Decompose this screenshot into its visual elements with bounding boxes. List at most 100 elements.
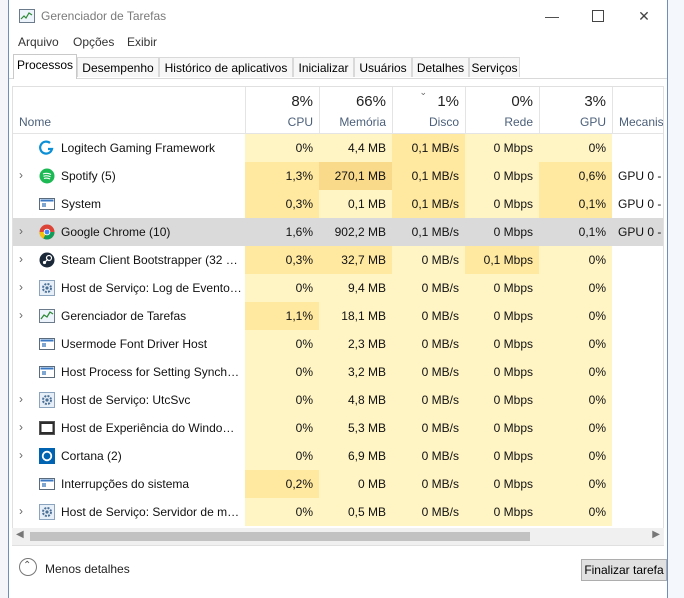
tab-inicializar[interactable]: Inicializar <box>293 57 354 77</box>
memory-cell: 4,4 MB <box>319 134 392 162</box>
maximize-button[interactable] <box>575 0 621 32</box>
process-row[interactable]: Host Process for Setting Synchronization… <box>13 358 663 386</box>
gpu-engine-cell: GPU 0 - 3D <box>618 197 663 211</box>
column-nome[interactable]: Nome <box>19 115 51 129</box>
process-row[interactable]: Usermode Font Driver Host 0% 2,3 MB 0 MB/s 0… <box>13 330 663 358</box>
gpu-cell: 0% <box>539 358 612 386</box>
scroll-right-icon[interactable]: ▶ <box>652 529 660 540</box>
expand-chevron-icon[interactable]: › <box>19 280 23 294</box>
cpu-cell: 0% <box>245 358 319 386</box>
minimize-button[interactable]: — <box>529 0 575 32</box>
spotify-icon <box>39 168 55 184</box>
scrollbar-thumb[interactable] <box>30 532 530 541</box>
column-mecanismo-gpu[interactable]: Mecanismo <box>612 87 664 133</box>
process-row[interactable]: Interrupções do sistema 0,2% 0 MB 0 MB/s 0 M… <box>13 470 663 498</box>
gpu-engine-cell <box>612 386 663 414</box>
memory-cell: 6,9 MB <box>319 442 392 470</box>
tab-processos[interactable]: Processos <box>13 54 77 79</box>
gear-icon <box>39 504 55 520</box>
logitech-icon <box>39 140 55 156</box>
disk-cell: 0,1 MB/s <box>392 162 465 190</box>
menu-opcoes[interactable]: Opções <box>73 35 114 49</box>
gpu-engine-cell <box>612 274 663 302</box>
tab-detalhes[interactable]: Detalhes <box>412 57 469 77</box>
gpu-engine-cell <box>612 134 663 162</box>
process-row[interactable]: › Spotify (5) 1,3% 270,1 MB 0,1 MB/s 0 Mbps 0,… <box>13 162 663 190</box>
gpu-cell: 0% <box>539 330 612 358</box>
column-rede[interactable]: 0% Rede <box>465 87 539 133</box>
process-row[interactable]: ›Host de Experiência do Windows Shell0%5… <box>13 414 663 442</box>
memory-cell: 0 MB <box>319 470 392 498</box>
scroll-left-icon[interactable]: ◀ <box>16 529 24 540</box>
less-details-button[interactable]: ⌃ <box>19 558 37 576</box>
cpu-total: 8% <box>291 93 313 110</box>
cpu-label: CPU <box>287 115 313 129</box>
disk-cell: 0 MB/s <box>392 358 465 386</box>
column-disco[interactable]: ⌄ 1% Disco <box>392 87 465 133</box>
process-list: Nome 8% CPU 66% Memória ⌄ 1% Disco 0% Re… <box>12 86 664 546</box>
memory-cell: 5,3 MB <box>319 414 392 442</box>
expand-chevron-icon[interactable]: › <box>19 448 23 462</box>
cpu-cell: 0,3% <box>245 246 319 274</box>
process-row[interactable]: Logitech Gaming Framework 0% 4,4 MB 0,1 MB/… <box>13 134 663 162</box>
expand-chevron-icon[interactable]: › <box>19 392 23 406</box>
system-icon <box>39 364 55 380</box>
tab-usuarios[interactable]: Usuários <box>354 57 412 77</box>
gpu-cell: 0% <box>539 470 612 498</box>
horizontal-scrollbar[interactable]: ◀ ▶ <box>12 528 664 545</box>
disk-cell: 0 MB/s <box>392 498 465 526</box>
disk-label: Disco <box>428 115 459 129</box>
memory-cell: 9,4 MB <box>319 274 392 302</box>
process-name: Host Process for Setting Synchronization <box>61 365 243 379</box>
network-cell: 0 Mbps <box>465 274 539 302</box>
expand-chevron-icon[interactable]: › <box>19 420 23 434</box>
process-name: Google Chrome (10) <box>61 225 171 239</box>
expand-chevron-icon[interactable]: › <box>19 168 23 182</box>
menu-arquivo[interactable]: Arquivo <box>18 35 59 49</box>
column-gpu[interactable]: 3% GPU <box>539 87 612 133</box>
less-details-label[interactable]: Menos detalhes <box>45 562 130 576</box>
disk-cell: 0 MB/s <box>392 386 465 414</box>
process-name: System <box>61 197 102 211</box>
tab-historico-aplicativos[interactable]: Histórico de aplicativos <box>159 57 293 77</box>
column-memoria[interactable]: 66% Memória <box>319 87 392 133</box>
cpu-cell: 0% <box>245 442 319 470</box>
tab-servicos[interactable]: Serviços <box>469 57 520 77</box>
mechanism-label: Mecanismo <box>619 115 664 129</box>
process-row[interactable]: › Cortana (2) 0% 6,9 MB 0 MB/s 0 Mbps 0% <box>13 442 663 470</box>
network-cell: 0 Mbps <box>465 330 539 358</box>
memory-cell: 902,2 MB <box>334 225 386 239</box>
disk-cell: 0,1 MB/s <box>411 225 459 239</box>
cpu-cell: 0,2% <box>245 470 319 498</box>
disk-cell: 0 MB/s <box>392 442 465 470</box>
network-cell: 0 Mbps <box>465 190 539 218</box>
tab-strip: Processos Desempenho Histórico de aplica… <box>9 54 667 79</box>
tab-desempenho[interactable]: Desempenho <box>77 57 159 77</box>
menu-exibir[interactable]: Exibir <box>127 35 157 49</box>
process-row[interactable]: › Google Chrome (10) 1,6% 902,2 MB 0,1 MB/s 0… <box>13 218 663 246</box>
process-row[interactable]: › Steam Client Bootstrapper (32 bits) 0,3%… <box>13 246 663 274</box>
gpu-label: GPU <box>579 115 606 129</box>
process-row[interactable]: System 0,3% 0,1 MB 0,1 MB/s 0 Mbps 0,1% GPU 0 … <box>13 190 663 218</box>
process-name: Logitech Gaming Framework <box>61 141 216 155</box>
cpu-cell: 0% <box>245 498 319 526</box>
end-task-button[interactable]: Finalizar tarefa <box>581 559 667 581</box>
close-button[interactable]: ✕ <box>621 0 667 32</box>
expand-chevron-icon[interactable]: › <box>19 224 23 238</box>
column-cpu[interactable]: 8% CPU <box>245 87 319 133</box>
cpu-cell: 0% <box>245 330 319 358</box>
process-row[interactable]: › Host de Serviço: Log de Eventos do Wind… <box>13 274 663 302</box>
expand-chevron-icon[interactable]: › <box>19 504 23 518</box>
process-row[interactable]: › Gerenciador de Tarefas 1,1% 18,1 MB 0 MB/s… <box>13 302 663 330</box>
process-name: Host de Serviço: Log de Eventos do Windo… <box>61 281 243 295</box>
process-name: Usermode Font Driver Host <box>61 337 208 351</box>
process-row[interactable]: › Host de Serviço: UtcSvc 0% 4,8 MB 0 MB/s 0 … <box>13 386 663 414</box>
title-bar[interactable]: Gerenciador de Tarefas — ✕ <box>9 0 667 32</box>
network-cell: 0 Mbps <box>465 302 539 330</box>
expand-chevron-icon[interactable]: › <box>19 252 23 266</box>
expand-chevron-icon[interactable]: › <box>19 308 23 322</box>
cpu-cell: 1,6% <box>285 225 313 239</box>
process-row[interactable]: › Host de Serviço: Servidor de modelos de… <box>13 498 663 526</box>
gpu-cell: 0% <box>539 386 612 414</box>
network-cell: 0 Mbps <box>465 470 539 498</box>
